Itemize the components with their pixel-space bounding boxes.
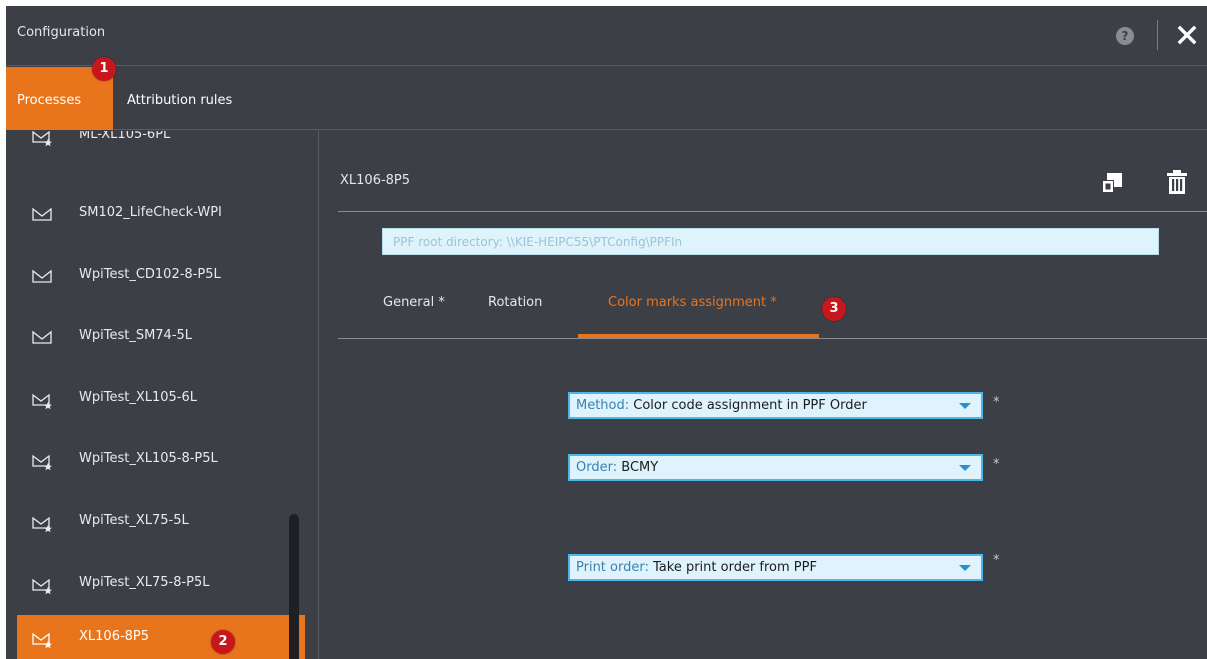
order-label: Order: — [576, 460, 618, 475]
ppf-root-directory-label: PPF root directory: — [393, 235, 503, 249]
process-list: ML-XL105-6PL SM102_LifeCheck-WPI WpiTest… — [6, 131, 319, 659]
process-list-item[interactable]: WpiTest_XL75-5L — [6, 499, 306, 547]
close-button[interactable] — [1174, 20, 1200, 50]
process-icon — [32, 207, 52, 221]
order-select[interactable]: Order: BCMY — [568, 454, 983, 481]
help-icon[interactable]: ? — [1116, 27, 1134, 45]
process-list-item[interactable]: SM102_LifeCheck-WPI — [6, 191, 306, 239]
delete-button[interactable] — [1165, 169, 1189, 195]
process-list-item-label: WpiTest_XL105-6L — [79, 390, 197, 405]
process-list-item[interactable]: WpiTest_SM74-5L — [6, 314, 306, 362]
step-badge-1: 1 — [92, 57, 116, 81]
process-list-item[interactable]: WpiTest_CD102-8-P5L — [6, 253, 306, 301]
multi-process-icon — [32, 393, 52, 410]
print-order-value: Take print order from PPF — [653, 560, 817, 575]
multi-process-icon — [32, 131, 52, 147]
chevron-down-icon — [959, 465, 971, 471]
tab-rotation[interactable]: Rotation — [488, 295, 542, 310]
print-order-label: Print order: — [576, 560, 649, 575]
tab-general[interactable]: General * — [383, 295, 445, 310]
tab-processes-label: Processes — [17, 93, 82, 108]
print-order-select[interactable]: Print order: Take print order from PPF — [568, 554, 983, 581]
step-badge-2: 2 — [211, 630, 235, 654]
header-separator — [338, 211, 1207, 212]
header-divider — [1157, 20, 1158, 50]
process-list-item-label: SM102_LifeCheck-WPI — [79, 205, 222, 220]
process-list-scrollbar[interactable] — [289, 514, 299, 659]
window-title: Configuration — [17, 25, 106, 40]
chevron-down-icon — [959, 403, 971, 409]
process-icon — [32, 330, 52, 344]
process-list-item-label: WpiTest_XL75-8-P5L — [79, 575, 210, 590]
process-list-item-label: WpiTest_SM74-5L — [79, 328, 193, 343]
method-select[interactable]: Method: Color code assignment in PPF Ord… — [568, 392, 983, 419]
process-list-item-label: WpiTest_XL75-5L — [79, 513, 189, 528]
main-tab-bar: Processes Attribution rules — [6, 67, 1207, 130]
tab-color-marks-assignment[interactable]: Color marks assignment * — [608, 295, 777, 310]
active-tab-indicator — [578, 334, 819, 338]
process-icon — [32, 269, 52, 283]
process-tabs: General * Rotation Color marks assignmen… — [338, 281, 1207, 339]
method-label: Method: — [576, 398, 630, 413]
order-value: BCMY — [621, 460, 659, 475]
tab-attribution-rules[interactable]: Attribution rules — [127, 93, 232, 108]
multi-process-icon — [32, 578, 52, 595]
process-list-item-label: ML-XL105-6PL — [79, 131, 171, 142]
method-value: Color code assignment in PPF Order — [633, 398, 867, 413]
process-list-item[interactable]: WpiTest_XL75-8-P5L — [6, 561, 306, 609]
multi-process-icon — [32, 454, 52, 471]
process-list-item[interactable]: WpiTest_XL105-8-P5L — [6, 437, 306, 485]
process-list-item-label: WpiTest_CD102-8-P5L — [79, 267, 221, 282]
multi-process-icon — [32, 516, 52, 533]
configuration-window: Configuration ? Processes Attribution ru… — [6, 6, 1207, 659]
process-name: XL106-8P5 — [340, 173, 411, 188]
required-marker: * — [993, 457, 1000, 472]
process-list-item-label: XL106-8P5 — [79, 629, 150, 644]
window-header: Configuration ? — [6, 6, 1207, 66]
required-marker: * — [993, 395, 1000, 410]
chevron-down-icon — [959, 565, 971, 571]
process-list-item[interactable]: WpiTest_XL105-6L — [6, 376, 306, 424]
copy-icon — [1102, 173, 1122, 193]
step-badge-3: 3 — [822, 297, 846, 321]
ppf-root-directory-field[interactable]: PPF root directory: \\KIE-HEIPC55\PTConf… — [382, 228, 1159, 255]
required-marker: * — [993, 553, 1000, 568]
process-detail-panel: XL106-8P5 PPF root directory: \\KIE-HEIP… — [320, 131, 1207, 659]
process-list-item-active[interactable]: XL106-8P5 — [17, 615, 305, 659]
close-icon — [1177, 25, 1197, 45]
multi-process-icon — [32, 632, 52, 649]
copy-button[interactable] — [1100, 171, 1124, 195]
process-list-item[interactable]: ML-XL105-6PL — [6, 131, 306, 161]
trash-icon — [1167, 170, 1187, 194]
process-list-item-label: WpiTest_XL105-8-P5L — [79, 451, 218, 466]
ppf-root-directory-value: \\KIE-HEIPC55\PTConfig\PPFIn — [506, 235, 683, 249]
